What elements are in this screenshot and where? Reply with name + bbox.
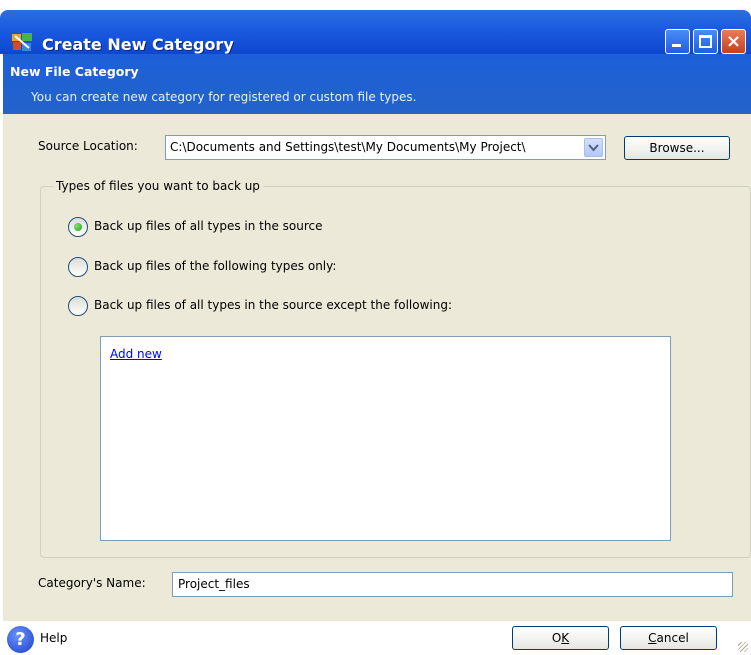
file-types-list[interactable]: Add new bbox=[100, 336, 671, 541]
close-icon: × bbox=[725, 31, 742, 52]
header-band: New File Category You can create new cat… bbox=[3, 54, 751, 114]
source-location-value: C:\Documents and Settings\test\My Docume… bbox=[170, 140, 526, 154]
window-title: Create New Category bbox=[42, 35, 234, 54]
header-subtitle: You can create new category for register… bbox=[31, 90, 417, 104]
radio-all-types[interactable] bbox=[68, 217, 88, 237]
radio-except-types[interactable] bbox=[68, 296, 88, 316]
radio-following-types[interactable] bbox=[68, 257, 88, 277]
close-button[interactable]: × bbox=[721, 29, 746, 54]
resize-grip[interactable] bbox=[738, 642, 748, 652]
category-app-icon bbox=[12, 33, 32, 51]
add-new-link[interactable]: Add new bbox=[110, 347, 162, 361]
source-location-label: Source Location: bbox=[38, 139, 138, 153]
ok-button[interactable]: OK bbox=[512, 626, 609, 650]
create-category-dialog: Create New Category × New File Category … bbox=[0, 0, 751, 655]
maximize-button[interactable] bbox=[693, 29, 718, 54]
maximize-icon bbox=[699, 35, 712, 48]
help-icon[interactable]: ? bbox=[7, 626, 34, 653]
dropdown-button[interactable] bbox=[584, 138, 603, 157]
chevron-down-icon bbox=[588, 144, 599, 152]
category-name-value: Project_files bbox=[178, 577, 250, 591]
source-location-combo[interactable]: C:\Documents and Settings\test\My Docume… bbox=[165, 135, 606, 160]
radio-following-types-label[interactable]: Back up files of the following types onl… bbox=[94, 259, 336, 273]
radio-selected-dot bbox=[74, 223, 82, 231]
minimize-button[interactable] bbox=[665, 29, 690, 54]
category-name-label: Category's Name: bbox=[38, 576, 146, 590]
file-types-legend: Types of files you want to back up bbox=[53, 179, 263, 193]
help-label[interactable]: Help bbox=[40, 631, 67, 645]
radio-all-types-label[interactable]: Back up files of all types in the source bbox=[94, 219, 323, 233]
header-title: New File Category bbox=[10, 64, 139, 79]
title-bar[interactable]: Create New Category × bbox=[0, 10, 751, 54]
cancel-button[interactable]: Cancel bbox=[620, 626, 717, 650]
radio-except-types-label[interactable]: Back up files of all types in the source… bbox=[94, 298, 452, 312]
browse-button[interactable]: Browse... bbox=[624, 136, 730, 160]
minimize-icon bbox=[672, 44, 681, 47]
category-name-input[interactable]: Project_files bbox=[172, 572, 733, 597]
